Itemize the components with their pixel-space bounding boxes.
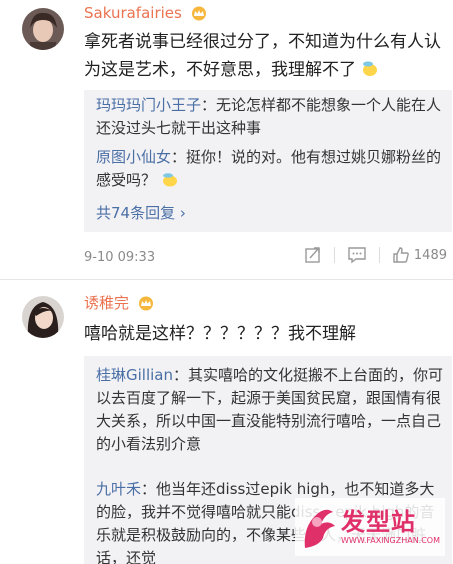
action-divider	[333, 247, 335, 263]
reply-item: 原图小仙女：挺你！说的对。他有想过姚贝娜粉丝的感受吗？	[96, 146, 448, 192]
username[interactable]: Sakurafairies	[84, 4, 208, 22]
more-replies-link[interactable]: 共74条回复 ›	[96, 202, 186, 223]
avatar-image	[22, 296, 64, 338]
like-icon	[393, 247, 409, 263]
reply-item: 桂琳Gillian：其实嘻哈的文化挺搬不上台面的，你可以去百度了解一下，起源于美…	[96, 364, 448, 456]
username-text[interactable]: 诱稚完	[84, 294, 129, 312]
emoji-icon	[363, 61, 378, 76]
comment-actions: 1489	[304, 246, 447, 264]
username[interactable]: 诱稚完	[84, 292, 155, 313]
like-button[interactable]: 1489	[392, 246, 447, 264]
timestamp: 9-10 09:33	[84, 250, 156, 265]
crown-badge-icon	[191, 6, 206, 21]
avatar[interactable]	[22, 296, 64, 338]
share-icon[interactable]	[304, 246, 322, 264]
reply-author[interactable]: 桂琳Gillian	[96, 366, 173, 384]
reply-author[interactable]: 原图小仙女	[96, 148, 171, 166]
like-count: 1489	[413, 247, 447, 263]
watermark-logo: 发型站 WWW.FAXINGZHAN.COM	[295, 498, 445, 556]
reply-box: 玛玛玛门小王子：无论怎样都不能想象一个人能在人还没过头七就干出这种事 原图小仙女…	[84, 90, 452, 232]
watermark-url: WWW.FAXINGZHAN.COM	[341, 536, 440, 545]
reply-author[interactable]: 玛玛玛门小王子	[96, 96, 201, 114]
comment-item: Sakurafairies 拿死者说事已经很过分了，不知道为什么有人认为这是艺术…	[0, 0, 453, 280]
username-text[interactable]: Sakurafairies	[84, 4, 182, 22]
action-divider	[378, 247, 380, 263]
comment-text: 嘻哈就是这样？？？？？？我不理解	[84, 324, 356, 344]
comment-icon[interactable]	[347, 246, 367, 264]
avatar[interactable]	[22, 8, 64, 50]
reply-item: 玛玛玛门小王子：无论怎样都不能想象一个人能在人还没过头七就干出这种事	[96, 94, 448, 140]
emoji-icon	[162, 173, 177, 187]
watermark-brand: 发型站	[341, 508, 416, 536]
comment-text-content: 拿死者说事已经很过分了，不知道为什么有人认为这是艺术，不好意思，我理解不了	[84, 32, 441, 80]
comment-text: 拿死者说事已经很过分了，不知道为什么有人认为这是艺术，不好意思，我理解不了	[84, 28, 442, 84]
crown-badge-icon	[138, 296, 153, 311]
avatar-image	[22, 8, 64, 50]
reply-author[interactable]: 九叶禾	[96, 480, 141, 498]
